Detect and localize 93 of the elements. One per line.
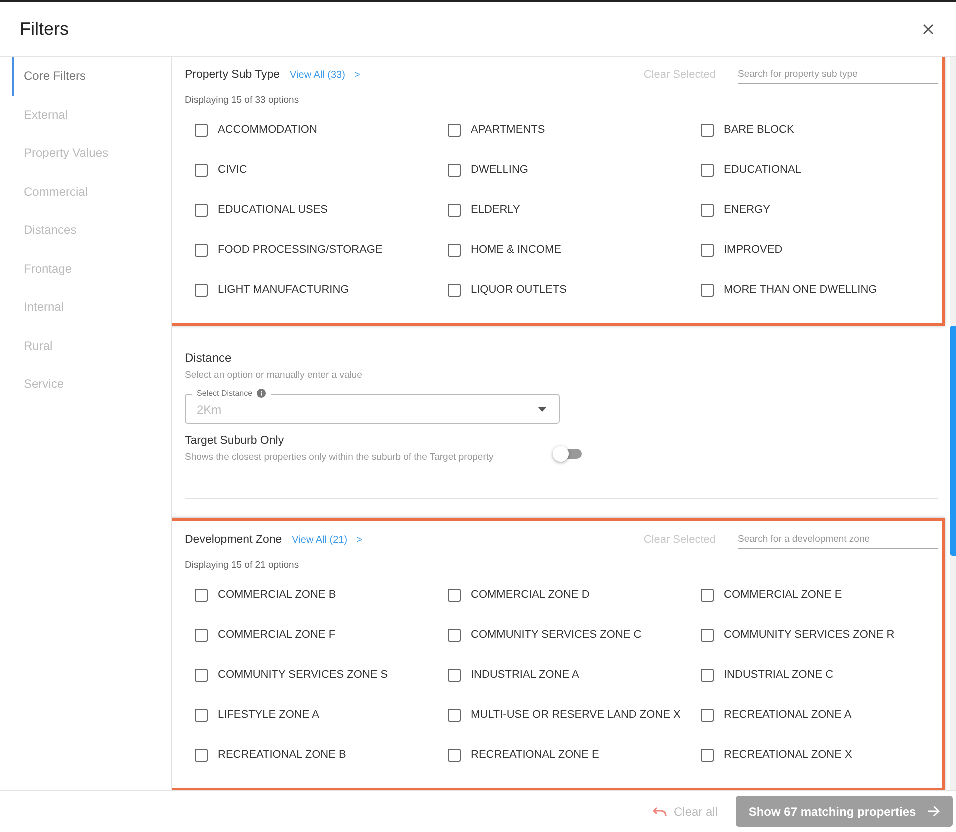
option-label: INDUSTRIAL ZONE A — [471, 669, 580, 681]
checkbox[interactable] — [195, 628, 208, 642]
option-label: LIQUOR OUTLETS — [471, 284, 567, 296]
checkbox[interactable] — [701, 124, 714, 136]
option-label: FOOD PROCESSING/STORAGE — [218, 244, 383, 256]
checkbox[interactable] — [448, 124, 461, 136]
clear-all-button[interactable]: Clear all — [652, 804, 718, 818]
option-label: RECREATIONAL ZONE A — [724, 709, 852, 721]
checkbox[interactable] — [448, 204, 461, 216]
checkbox[interactable] — [195, 284, 208, 296]
option-label: RECREATIONAL ZONE X — [724, 749, 852, 761]
dropdown-caret-icon — [538, 406, 547, 412]
view-all-link[interactable]: View All (21) — [292, 534, 348, 546]
option-label: ACCOMMODATION — [218, 124, 318, 136]
option-label: COMMERCIAL ZONE F — [218, 629, 336, 641]
checkbox[interactable] — [195, 668, 208, 682]
checkbox[interactable] — [701, 748, 714, 762]
checkbox[interactable] — [448, 668, 461, 682]
checkbox[interactable] — [701, 588, 714, 602]
option-label: LIGHT MANUFACTURING — [218, 284, 350, 296]
option-label: COMMERCIAL ZONE B — [218, 589, 336, 601]
checkbox[interactable] — [701, 284, 714, 296]
section-title: Development Zone — [185, 534, 282, 546]
sidebar-item[interactable]: Rural — [12, 326, 171, 365]
chevron-link[interactable]: > — [356, 534, 362, 546]
checkbox[interactable] — [448, 164, 461, 176]
option-label: LIFESTYLE ZONE A — [218, 709, 320, 721]
checkbox[interactable] — [195, 588, 208, 602]
arrow-right-icon — [928, 806, 940, 817]
checkbox[interactable] — [195, 164, 208, 176]
option-label: MULTI-USE OR RESERVE LAND ZONE X — [471, 709, 681, 721]
option-label: ENERGY — [724, 204, 770, 216]
options-summary: Displaying 15 of 21 options — [185, 560, 300, 571]
checkbox[interactable] — [448, 708, 461, 722]
checkbox[interactable] — [195, 708, 208, 722]
option-label: EDUCATIONAL USES — [218, 204, 328, 216]
checkbox[interactable] — [195, 748, 208, 762]
checkbox[interactable] — [448, 244, 461, 256]
distance-hint: Select an option or manually enter a value — [185, 370, 364, 381]
checkbox[interactable] — [701, 628, 714, 642]
option-label: APARTMENTS — [471, 124, 546, 136]
option-label: RECREATIONAL ZONE B — [218, 749, 346, 761]
distance-title: Distance — [185, 351, 233, 365]
toggle-switch[interactable] — [556, 449, 582, 459]
view-all-link[interactable]: View All (33) — [290, 70, 346, 80]
sidebar-item[interactable]: Service — [12, 365, 171, 404]
undo-icon — [652, 806, 667, 816]
select-value: 2Km — [197, 403, 222, 417]
sidebar-item[interactable]: Frontage — [12, 250, 171, 288]
option-label: COMMERCIAL ZONE E — [724, 589, 842, 601]
scrollbar-thumb[interactable] — [950, 326, 956, 556]
dialog-title: Filters — [20, 18, 69, 40]
checkbox[interactable] — [701, 164, 714, 176]
sidebar-item[interactable]: Distances — [12, 211, 171, 250]
close-icon — [923, 24, 934, 34]
option-label: CIVIC — [218, 164, 248, 176]
option-label: ELDERLY — [471, 204, 520, 216]
option-label: MORE THAN ONE DWELLING — [724, 284, 878, 296]
options-summary: Displaying 15 of 33 options — [185, 95, 300, 106]
option-label: DWELLING — [471, 164, 528, 176]
option-label: COMMUNITY SERVICES ZONE C — [471, 629, 642, 641]
option-label: COMMERCIAL ZONE D — [471, 589, 590, 601]
checkbox[interactable] — [195, 124, 208, 136]
sidebar-item[interactable]: Commercial — [12, 172, 171, 211]
sidebar-item[interactable]: External — [12, 96, 171, 134]
option-label: RECREATIONAL ZONE E — [471, 749, 600, 761]
checkbox[interactable] — [448, 748, 461, 762]
target-suburb-title: Target Suburb Only — [185, 435, 286, 447]
info-icon — [256, 389, 266, 398]
checkbox[interactable] — [701, 708, 714, 722]
select-label: Select Distance — [192, 389, 271, 398]
option-label: BARE BLOCK — [724, 124, 794, 136]
checkbox[interactable] — [448, 588, 461, 602]
option-label: HOME & INCOME — [471, 244, 562, 256]
checkbox[interactable] — [448, 284, 461, 296]
sidebar-item[interactable]: Property Values — [12, 134, 171, 172]
checkbox[interactable] — [701, 244, 714, 256]
option-label: EDUCATIONAL — [724, 164, 802, 176]
section-title: Property Sub Type — [185, 69, 280, 81]
chevron-link[interactable]: > — [354, 70, 360, 80]
checkbox[interactable] — [701, 204, 714, 216]
sidebar-item[interactable]: Internal — [12, 288, 171, 326]
option-label: IMPROVED — [724, 244, 783, 256]
option-label: INDUSTRIAL ZONE C — [724, 669, 834, 681]
target-suburb-description: Shows the closest properties only within the suburb of the Target property — [185, 452, 494, 463]
option-label: COMMUNITY SERVICES ZONE S — [218, 669, 388, 681]
sidebar-item[interactable]: Core Filters — [12, 57, 171, 96]
checkbox[interactable] — [701, 668, 714, 682]
close-button[interactable] — [921, 22, 936, 36]
checkbox[interactable] — [195, 244, 208, 256]
checkbox[interactable] — [195, 204, 208, 216]
option-label: COMMUNITY SERVICES ZONE R — [724, 629, 895, 641]
checkbox[interactable] — [448, 628, 461, 642]
